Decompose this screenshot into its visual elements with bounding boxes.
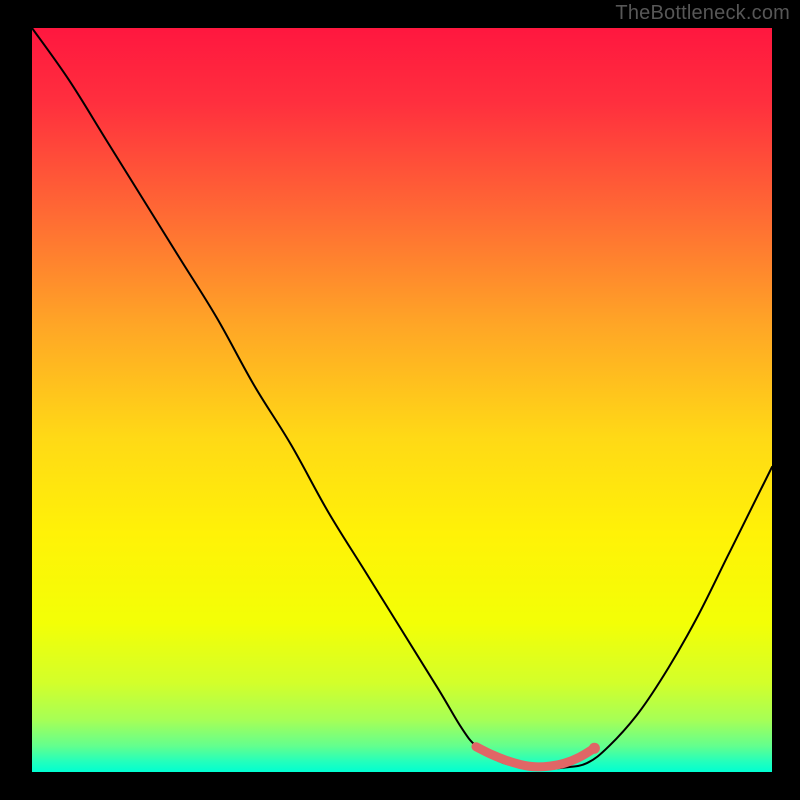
optimal-flat-region <box>476 747 594 767</box>
plot-area <box>32 28 772 772</box>
chart-frame: TheBottleneck.com <box>0 0 800 800</box>
optimal-region-end-dot <box>589 743 600 754</box>
attribution-text: TheBottleneck.com <box>615 2 790 25</box>
curve-layer <box>32 28 772 772</box>
bottleneck-curve <box>32 28 772 769</box>
